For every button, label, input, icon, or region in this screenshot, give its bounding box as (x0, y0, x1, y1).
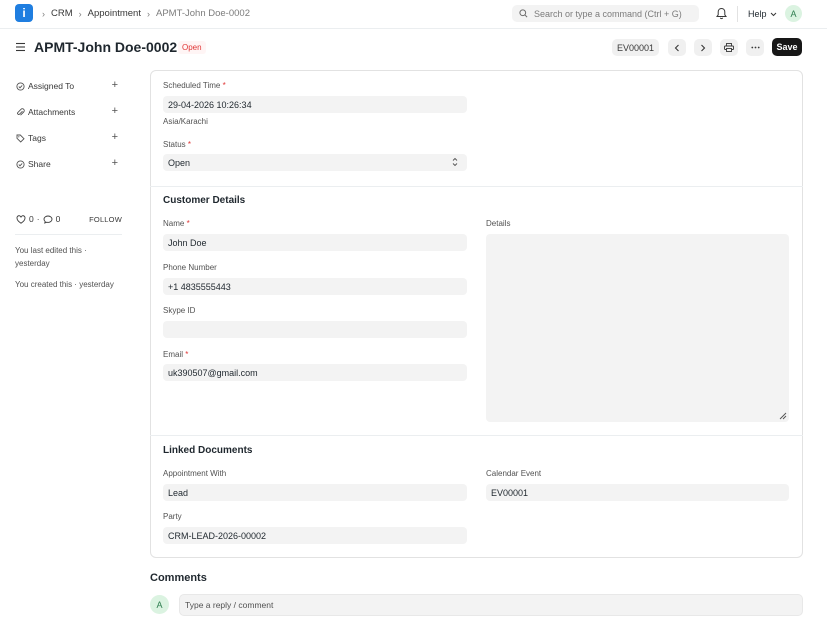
calendar-event-label: Calendar Event (486, 469, 542, 478)
more-actions-button[interactable] (746, 39, 764, 56)
name-input[interactable]: John Doe (163, 234, 467, 251)
section-divider (150, 186, 803, 187)
select-arrows-icon (452, 157, 458, 167)
likes-comments-row: 0 · 0 FOLLOW (16, 214, 122, 224)
sidebar-item-share[interactable]: Share + (16, 157, 118, 171)
top-navbar: i › CRM › Appointment › APMT-John Doe-00… (0, 0, 827, 29)
comments-count: 0 (55, 214, 61, 224)
tag-icon (16, 134, 26, 143)
status-select[interactable]: Open (163, 154, 467, 171)
sidebar-item-tags[interactable]: Tags + (16, 131, 118, 145)
chevron-left-icon (674, 44, 679, 51)
details-textarea[interactable] (486, 234, 789, 422)
comment-input[interactable] (185, 600, 785, 610)
breadcrumb-appointment[interactable]: Appointment (88, 8, 141, 19)
scheduled-time-label: Scheduled Time * (163, 81, 226, 90)
ellipsis-icon (750, 46, 760, 49)
chevron-right-icon (701, 44, 706, 51)
navbar-divider (737, 6, 738, 22)
comment-box[interactable] (179, 594, 803, 616)
next-doc-button[interactable] (694, 39, 712, 56)
app-logo[interactable]: i (15, 4, 33, 22)
sidebar-item-assigned-to[interactable]: Assigned To + (16, 79, 118, 93)
breadcrumb-crm[interactable]: CRM (51, 8, 73, 19)
chevron-down-icon (770, 12, 776, 16)
sidebar-item-label: Assigned To (28, 81, 75, 91)
user-avatar[interactable]: A (785, 5, 802, 22)
printer-icon (724, 43, 734, 52)
details-label: Details (486, 219, 511, 228)
page-title: APMT-John Doe-0002 (34, 39, 178, 55)
print-button[interactable] (720, 39, 738, 56)
appointment-with-label: Appointment With (163, 469, 227, 478)
status-badge: Open (178, 41, 206, 54)
chevron-right-icon: › (146, 8, 150, 19)
plus-icon[interactable]: + (112, 79, 118, 91)
sidebar-divider (15, 234, 122, 235)
section-divider (150, 435, 803, 436)
breadcrumb-current[interactable]: APMT-John Doe-0002 (156, 8, 250, 19)
sidebar-item-label: Attachments (28, 107, 76, 117)
search-bar[interactable] (512, 5, 699, 22)
save-button[interactable]: Save (772, 38, 802, 56)
search-input[interactable] (534, 8, 699, 19)
breadcrumb: › CRM › Appointment › APMT-John Doe-0002 (42, 8, 250, 19)
status-label: Status * (163, 140, 192, 149)
linked-documents-heading: Linked Documents (163, 445, 253, 456)
comment-icon[interactable] (43, 215, 53, 224)
paperclip-icon (16, 107, 26, 117)
share-icon (16, 159, 26, 169)
heart-icon[interactable] (16, 214, 26, 224)
plus-icon[interactable]: + (112, 131, 118, 143)
created-note: You created this · yesterday (15, 280, 114, 289)
likes-count: 0 (29, 214, 34, 224)
party-label: Party (163, 512, 182, 521)
scheduled-time-input[interactable]: 29-04-2026 10:26:34 (163, 96, 467, 113)
status-select-value: Open (168, 157, 191, 168)
last-edited-note: You last edited this · yesterday (15, 246, 87, 268)
timezone-label: Asia/Karachi (163, 117, 208, 126)
assign-icon (16, 81, 26, 91)
name-label: Name * (163, 219, 190, 228)
chevron-right-icon: › (78, 8, 82, 19)
calendar-event-input[interactable]: EV00001 (486, 484, 789, 501)
plus-icon[interactable]: + (112, 157, 118, 169)
phone-number-label: Phone Number (163, 263, 217, 272)
phone-number-input[interactable]: +1 4835555443 (163, 278, 467, 295)
calendar-event-button[interactable]: EV00001 (612, 39, 660, 56)
skype-id-input[interactable] (163, 321, 467, 338)
avatar: A (150, 595, 169, 614)
sidebar-toggle-icon[interactable] (15, 42, 26, 52)
separator-dot: · (36, 214, 40, 224)
help-label: Help (748, 9, 767, 19)
comments-heading: Comments (150, 572, 207, 584)
plus-icon[interactable]: + (112, 105, 118, 117)
search-icon (519, 9, 528, 18)
customer-details-heading: Customer Details (163, 195, 246, 206)
appointment-with-input[interactable]: Lead (163, 484, 467, 501)
chevron-right-icon: › (42, 8, 45, 19)
sidebar-item-label: Share (28, 159, 51, 169)
bell-icon[interactable] (716, 7, 727, 20)
skype-id-label: Skype ID (163, 306, 196, 315)
email-label: Email * (163, 350, 189, 359)
party-input[interactable]: CRM-LEAD-2026-00002 (163, 527, 467, 544)
previous-doc-button[interactable] (668, 39, 686, 56)
sidebar-item-label: Tags (28, 133, 46, 143)
email-input[interactable]: uk390507@gmail.com (163, 364, 467, 381)
follow-button[interactable]: FOLLOW (89, 215, 122, 224)
help-dropdown[interactable]: Help (748, 9, 777, 19)
sidebar-item-attachments[interactable]: Attachments + (16, 105, 118, 119)
resize-handle-icon[interactable] (779, 412, 787, 420)
